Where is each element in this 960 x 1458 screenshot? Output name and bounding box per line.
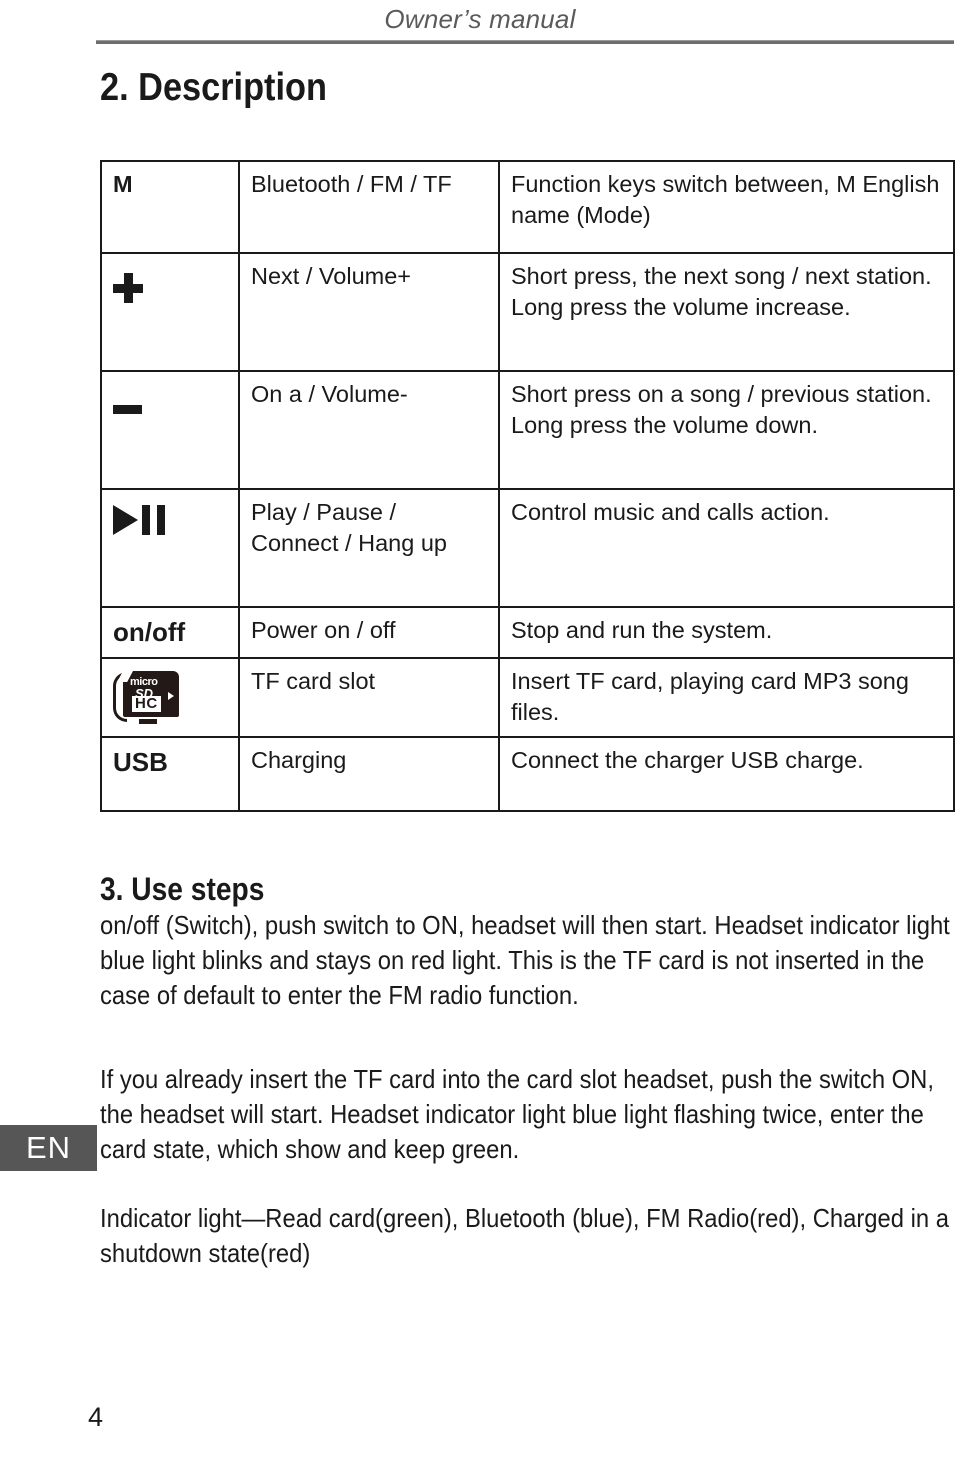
play-pause-icon: [113, 505, 169, 535]
description-cell: Short press, the next song / next statio…: [498, 252, 955, 372]
function-cell: Next / Volume+: [238, 252, 500, 372]
description-cell: Function keys switch between, M English …: [498, 160, 955, 254]
button-function-table: M Bluetooth / FM / TF Function keys swit…: [100, 160, 955, 812]
key-cell-volume-down: [100, 370, 240, 490]
table-row: M Bluetooth / FM / TF Function keys swit…: [100, 160, 955, 254]
function-cell: On a / Volume-: [238, 370, 500, 490]
use-steps-paragraph-1-wrap: on/off (Switch), push switch to ON, head…: [100, 908, 955, 1013]
language-tab-en: EN: [0, 1125, 97, 1171]
key-cell-tf-slot: micro SD HC: [100, 656, 240, 738]
use-steps-paragraph-3: Indicator light—Read card(green), Blueto…: [100, 1203, 949, 1268]
table-row: Next / Volume+ Short press, the next son…: [100, 252, 955, 372]
table-row: USB Charging Connect the charger USB cha…: [100, 735, 955, 812]
description-cell: Insert TF card, playing card MP3 song fi…: [498, 656, 955, 738]
table-row: On a / Volume- Short press on a song / p…: [100, 370, 955, 490]
letter-m-icon: M: [113, 171, 133, 197]
function-cell: Power on / off: [238, 606, 500, 659]
function-cell: TF card slot: [238, 656, 500, 738]
use-steps-paragraph-2-wrap: If you already insert the TF card into t…: [100, 1062, 955, 1167]
table-row: Play / Pause / Connect / Hang up Control…: [100, 488, 955, 608]
usb-label-icon: USB: [113, 746, 168, 777]
table-row: micro SD HC TF card slot Insert TF card,…: [100, 656, 955, 738]
microsd-icon-arrow: [168, 691, 174, 700]
function-cell: Play / Pause / Connect / Hang up: [238, 488, 500, 608]
description-cell: Control music and calls action.: [498, 488, 955, 608]
table-row: on/off Power on / off Stop and run the s…: [100, 606, 955, 659]
microsd-card-icon: micro SD HC: [113, 670, 179, 724]
header-divider-rule: [96, 40, 954, 44]
page-title-use-steps: 3. Use steps: [100, 871, 265, 907]
page-number: 4: [88, 1402, 104, 1432]
key-cell-power: on/off: [100, 606, 240, 659]
microsd-icon-hc-text: HC: [132, 695, 161, 713]
function-cell: Bluetooth / FM / TF: [238, 160, 500, 254]
key-cell-volume-up: [100, 252, 240, 372]
use-steps-paragraph-2: If you already insert the TF card into t…: [100, 1064, 934, 1164]
description-cell: Stop and run the system.: [498, 606, 955, 659]
use-steps-paragraph-3-wrap: Indicator light—Read card(green), Blueto…: [100, 1201, 955, 1271]
page-header: Owner’s manual: [0, 4, 960, 35]
description-cell: Connect the charger USB charge.: [498, 735, 955, 812]
page-title-description: 2. Description: [100, 66, 327, 109]
key-cell-usb: USB: [100, 735, 240, 812]
running-title: Owner’s manual: [384, 4, 576, 34]
onoff-label-icon: on/off: [113, 617, 186, 647]
minus-icon: [113, 405, 142, 414]
function-cell: Charging: [238, 735, 500, 812]
use-steps-paragraph-1: on/off (Switch), push switch to ON, head…: [100, 910, 950, 1010]
key-cell-play-pause: [100, 488, 240, 608]
plus-icon: [113, 273, 143, 303]
description-cell: Short press on a song / previous station…: [498, 370, 955, 490]
key-cell-mode: M: [100, 160, 240, 254]
